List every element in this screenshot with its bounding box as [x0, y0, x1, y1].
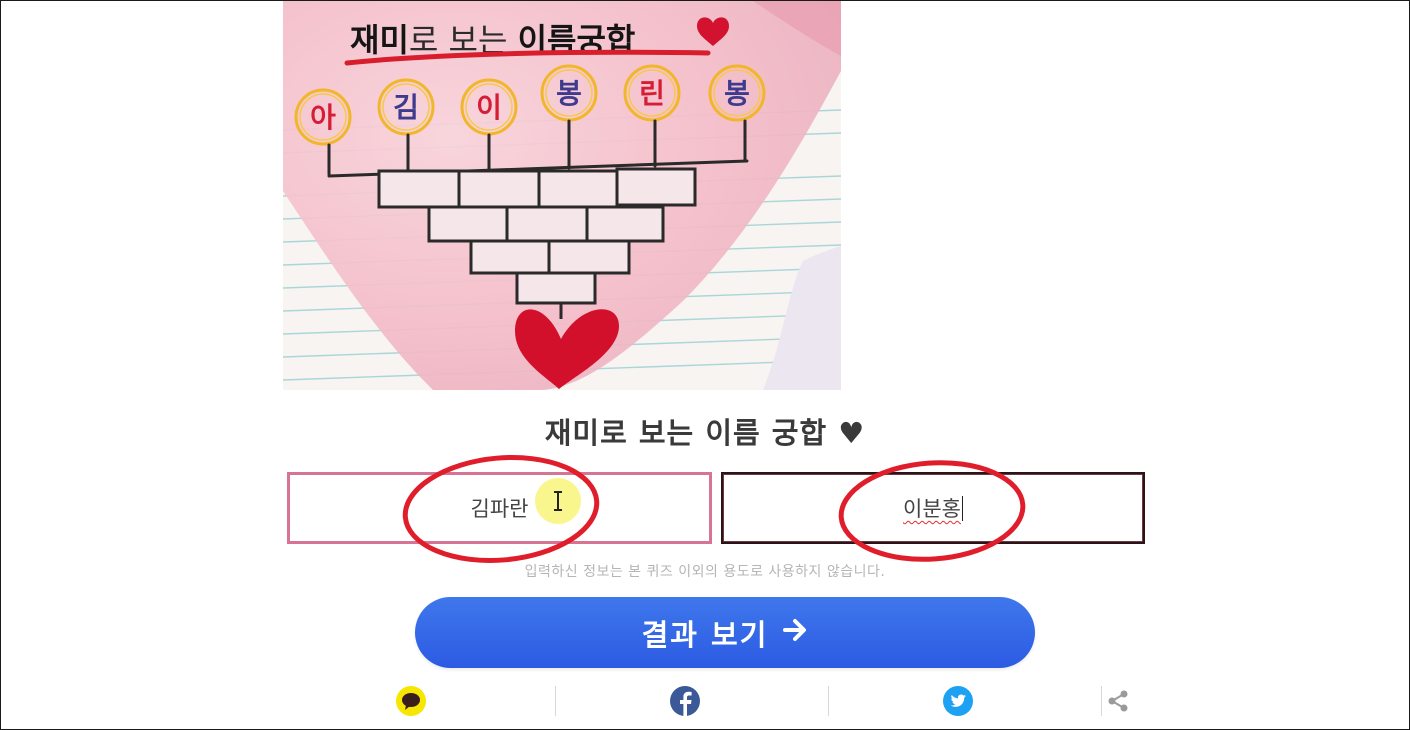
name-input-1-value: 김파란	[470, 497, 529, 521]
text-caret	[961, 495, 963, 521]
name-input-1[interactable]: 김파란	[287, 472, 712, 544]
facebook-share-button[interactable]	[668, 684, 702, 718]
svg-text:이: 이	[476, 91, 502, 124]
page-title: 재미로 보는 이름 궁합 ♥	[0, 410, 1410, 452]
twitter-icon	[943, 686, 973, 716]
share-more-button[interactable]	[1101, 684, 1135, 718]
name-input-2-value: 이분홍	[903, 497, 961, 521]
arrow-right-icon	[782, 616, 808, 650]
share-icon	[1108, 690, 1128, 712]
black-heart-icon: ♥	[838, 416, 866, 450]
kakaotalk-icon	[396, 686, 426, 716]
name-input-2[interactable]: 이분홍	[721, 472, 1145, 544]
svg-text:김: 김	[393, 91, 419, 124]
svg-text:봉: 봉	[556, 77, 582, 110]
share-bar	[283, 684, 1133, 718]
facebook-icon	[670, 686, 700, 716]
page-title-text: 재미로 보는 이름 궁합	[544, 416, 828, 450]
svg-text:봉: 봉	[724, 77, 750, 110]
privacy-notice: 입력하신 정보는 본 퀴즈 이외의 용도로 사용하지 않습니다.	[524, 564, 886, 580]
twitter-share-button[interactable]	[941, 684, 975, 718]
hero-image: 재미로 보는 이름궁합 아 김 이 봉 린 봉	[283, 1, 841, 390]
svg-text:린: 린	[639, 77, 665, 110]
view-result-button[interactable]: 결과 보기	[415, 597, 1035, 668]
svg-text:아: 아	[310, 101, 336, 134]
view-result-button-label: 결과 보기	[641, 617, 769, 652]
kakaotalk-share-button[interactable]	[394, 684, 428, 718]
